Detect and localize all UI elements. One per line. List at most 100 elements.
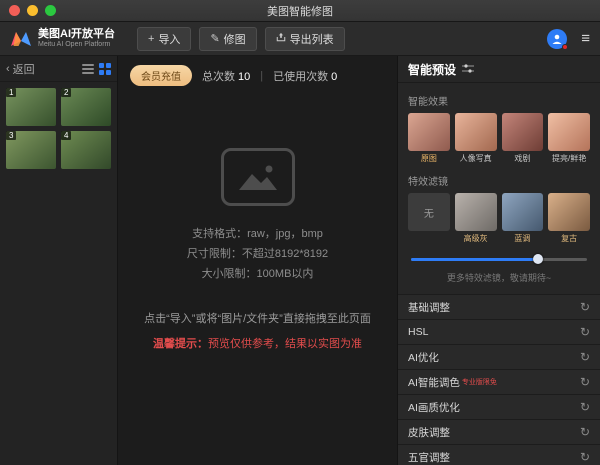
preset-body: 智能效果 原图 人像写真 戏剧 提亮/鲜艳 特效滤镜 无 高级灰 蓝调 复古 xyxy=(398,83,600,294)
retouch-button[interactable]: ✎ 修图 xyxy=(199,27,256,51)
import-label: 导入 xyxy=(158,31,180,47)
reset-icon[interactable]: ↻ xyxy=(580,350,590,364)
back-button[interactable]: ‹ 返回 xyxy=(6,61,35,77)
section-ai-optimize[interactable]: AI优化↻ xyxy=(398,345,600,370)
filesize-limit: 大小限制：100MB以内 xyxy=(187,264,328,284)
thumbnail-number: 4 xyxy=(61,131,71,140)
filter-none[interactable]: 无 xyxy=(408,193,450,244)
titlebar: 美图智能修图 xyxy=(0,0,600,22)
view-toggle xyxy=(82,63,111,75)
app-window: 美图智能修图 美图AI开放平台 Meitu AI Open Platform +… xyxy=(0,0,600,465)
minimize-window-button[interactable] xyxy=(27,5,38,16)
import-button[interactable]: + 导入 xyxy=(137,27,191,51)
brand-text: 美图AI开放平台 Meitu AI Open Platform xyxy=(38,28,115,49)
effect-drama[interactable]: 戏剧 xyxy=(502,113,544,164)
section-basic-adjust[interactable]: 基础调整↻ xyxy=(398,295,600,320)
filter-thumb xyxy=(455,193,497,231)
reset-icon[interactable]: ↻ xyxy=(580,425,590,439)
section-hsl[interactable]: HSL↻ xyxy=(398,320,600,345)
image-thumbnail-grid: 1 2 3 4 xyxy=(0,82,117,175)
thumbnail-number: 2 xyxy=(61,88,71,97)
thumbnail-number: 1 xyxy=(6,88,16,97)
reset-icon[interactable]: ↻ xyxy=(580,450,590,464)
brand: 美图AI开放平台 Meitu AI Open Platform xyxy=(10,28,115,49)
brand-subtitle: Meitu AI Open Platform xyxy=(38,40,115,49)
warm-tip: 温馨提示：预览仅供参考，结果以实图为准 xyxy=(153,335,362,351)
right-panel: 智能预设 智能效果 原图 人像写真 戏剧 提亮/鲜艳 特效滤镜 无 高级灰 xyxy=(397,56,600,465)
image-placeholder-icon xyxy=(221,148,295,206)
filters-row: 无 高级灰 蓝调 复古 xyxy=(408,193,590,244)
filter-retro[interactable]: 复古 xyxy=(548,193,590,244)
list-view-icon[interactable] xyxy=(82,64,94,74)
person-icon xyxy=(551,33,563,45)
smart-effects-row: 原图 人像写真 戏剧 提亮/鲜艳 xyxy=(408,113,590,164)
section-skin-adjust[interactable]: 皮肤调整↻ xyxy=(398,420,600,445)
section-ai-color[interactable]: AI智能调色专业版限免↻ xyxy=(398,370,600,395)
reset-icon[interactable]: ↻ xyxy=(580,375,590,389)
filter-blue-tone[interactable]: 蓝调 xyxy=(502,193,544,244)
section-ai-quality[interactable]: AI画质优化↻ xyxy=(398,395,600,420)
filter-thumb xyxy=(548,193,590,231)
close-window-button[interactable] xyxy=(9,5,20,16)
traffic-lights xyxy=(0,5,56,16)
effect-thumb xyxy=(408,113,450,151)
back-chevron-icon: ‹ xyxy=(6,63,10,75)
thumbnail-number: 3 xyxy=(6,131,16,140)
image-thumbnail[interactable]: 4 xyxy=(61,131,111,169)
meitu-logo-icon xyxy=(10,29,32,49)
left-panel: ‹ 返回 1 2 3 4 xyxy=(0,56,118,465)
filters-label: 特效滤镜 xyxy=(408,173,590,188)
warm-tip-text: 预览仅供参考，结果以实图为准 xyxy=(208,338,362,350)
format-limit: 支持格式：raw，jpg，bmp xyxy=(187,224,328,244)
content: ‹ 返回 1 2 3 4 会员充值 总次数10 xyxy=(0,56,600,465)
preset-panel-header: 智能预设 xyxy=(398,56,600,83)
section-face-adjust[interactable]: 五官调整↻ xyxy=(398,445,600,465)
slider-fill xyxy=(411,258,538,261)
upload-limits: 支持格式：raw，jpg，bmp 尺寸限制：不超过8192*8192 大小限制：… xyxy=(187,224,328,284)
export-list-label: 导出列表 xyxy=(290,31,334,47)
pro-free-badge: 专业版限免 xyxy=(462,377,497,387)
member-recharge-button[interactable]: 会员充值 xyxy=(130,65,192,86)
brand-name: 美图AI开放平台 xyxy=(38,28,115,40)
pencil-icon: ✎ xyxy=(210,32,219,45)
effect-thumb xyxy=(548,113,590,151)
reset-icon[interactable]: ↻ xyxy=(580,400,590,414)
export-list-button[interactable]: 导出列表 xyxy=(265,27,345,51)
hamburger-menu-icon[interactable]: ≡ xyxy=(581,30,590,47)
app-header: 美图AI开放平台 Meitu AI Open Platform + 导入 ✎ 修… xyxy=(0,22,600,56)
used-count: 已使用次数0 xyxy=(273,68,337,84)
drop-zone[interactable]: 会员充值 总次数10 | 已使用次数0 支持格式：raw，jpg，bmp 尺寸限… xyxy=(118,56,397,465)
warm-tip-label: 温馨提示： xyxy=(153,338,208,350)
filter-thumb xyxy=(502,193,544,231)
count-divider: | xyxy=(260,70,263,82)
effect-thumb xyxy=(455,113,497,151)
zoom-window-button[interactable] xyxy=(45,5,56,16)
smart-effects-label: 智能效果 xyxy=(408,93,590,108)
window-title: 美图智能修图 xyxy=(0,3,600,19)
total-count: 总次数10 xyxy=(202,68,250,84)
filter-advanced-gray[interactable]: 高级灰 xyxy=(455,193,497,244)
plus-icon: + xyxy=(148,33,154,45)
dimension-limit: 尺寸限制：不超过8192*8192 xyxy=(187,244,328,264)
more-filters-hint: 更多特效滤镜，敬请期待~ xyxy=(408,271,590,284)
adjustment-sections: 基础调整↻ HSL↻ AI优化↻ AI智能调色专业版限免↻ AI画质优化↻ 皮肤… xyxy=(398,294,600,465)
slider-knob[interactable] xyxy=(533,254,543,264)
image-thumbnail[interactable]: 2 xyxy=(61,88,111,126)
left-panel-toolbar: ‹ 返回 xyxy=(0,56,117,82)
notification-dot xyxy=(562,44,568,50)
export-list-icon xyxy=(276,32,286,45)
effect-brighten[interactable]: 提亮/鲜艳 xyxy=(548,113,590,164)
reset-icon[interactable]: ↻ xyxy=(580,300,590,314)
drop-hint-text: 点击“导入”或将“图片/文件夹”直接拖拽至此页面 xyxy=(144,310,371,326)
retouch-label: 修图 xyxy=(224,31,246,47)
reset-icon[interactable]: ↻ xyxy=(580,325,590,339)
effect-portrait[interactable]: 人像写真 xyxy=(455,113,497,164)
preset-title: 智能预设 xyxy=(408,61,456,78)
image-thumbnail[interactable]: 3 xyxy=(6,131,56,169)
user-avatar[interactable] xyxy=(547,29,567,49)
quota-bar: 会员充值 总次数10 | 已使用次数0 xyxy=(118,56,397,86)
grid-view-icon[interactable] xyxy=(99,63,111,75)
effect-original[interactable]: 原图 xyxy=(408,113,450,164)
image-thumbnail[interactable]: 1 xyxy=(6,88,56,126)
filter-strength-slider[interactable] xyxy=(411,258,587,261)
